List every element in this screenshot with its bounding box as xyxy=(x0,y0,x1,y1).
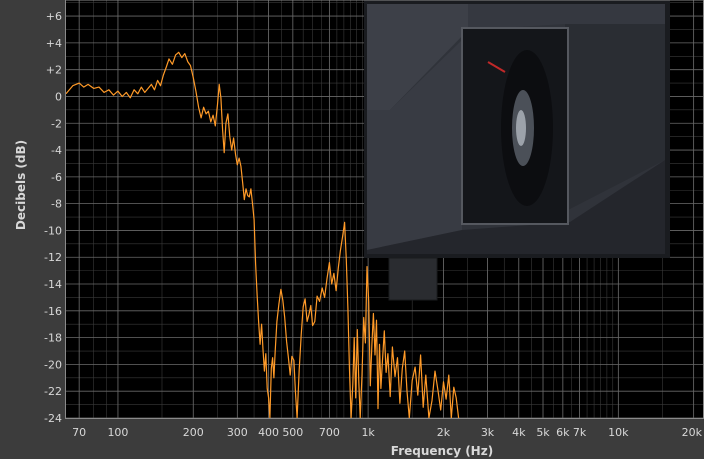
y-tick-label: -8 xyxy=(51,198,62,211)
x-tick-label: 20k xyxy=(682,426,703,439)
x-tick-label: 300 xyxy=(227,426,248,439)
y-axis-ticks: +6 +4 +2 0 -2 -4 -6 -8 -10 -12 -14 -16 -18 -20 -22 -24 xyxy=(44,10,62,425)
y-tick-label: -12 xyxy=(44,251,62,264)
y-tick-label: +4 xyxy=(46,37,62,50)
y-tick-label: -20 xyxy=(44,358,62,371)
y-tick-label: -10 xyxy=(44,224,62,237)
x-tick-label: 70 xyxy=(72,426,86,439)
x-tick-label: 100 xyxy=(107,426,128,439)
speaker-cabinet-photo xyxy=(364,0,670,301)
cabinet-stand xyxy=(388,257,438,301)
y-tick-label: -16 xyxy=(44,305,62,318)
y-tick-label: -6 xyxy=(51,171,62,184)
y-axis-title: Decibels (dB) xyxy=(14,140,28,230)
x-axis-title: Frequency (Hz) xyxy=(391,444,493,458)
y-tick-label: -18 xyxy=(44,332,62,345)
x-tick-label: 3k xyxy=(481,426,495,439)
x-tick-label: 400 xyxy=(258,426,279,439)
x-axis-ticks: 70 100 200 300 400 500 700 1k 2k 3k 4k 5k 6k 7k 10k 20k xyxy=(72,426,702,439)
x-tick-label: 1k xyxy=(361,426,375,439)
x-tick-label: 200 xyxy=(183,426,204,439)
x-tick-label: 6k xyxy=(556,426,570,439)
y-tick-label: 0 xyxy=(55,90,62,103)
y-tick-label: -2 xyxy=(51,117,62,130)
y-tick-label: -4 xyxy=(51,144,62,157)
y-tick-label: +2 xyxy=(46,64,62,77)
frequency-response-chart: +6+4+20-2-4-6-8-10-12-14-16-18-20-22-24 … xyxy=(14,0,704,458)
x-tick-label: 7k xyxy=(573,426,587,439)
x-tick-label: 700 xyxy=(319,426,340,439)
x-tick-label: 4k xyxy=(512,426,526,439)
y-tick-label: -24 xyxy=(44,412,62,425)
x-tick-label: 500 xyxy=(282,426,303,439)
driver-dustcap xyxy=(516,110,526,146)
x-tick-label: 10k xyxy=(608,426,629,439)
x-tick-label: 2k xyxy=(437,426,451,439)
y-tick-label: -14 xyxy=(44,278,62,291)
y-tick-label: +6 xyxy=(46,10,62,23)
y-tick-label: -22 xyxy=(44,385,62,398)
x-tick-label: 5k xyxy=(536,426,550,439)
